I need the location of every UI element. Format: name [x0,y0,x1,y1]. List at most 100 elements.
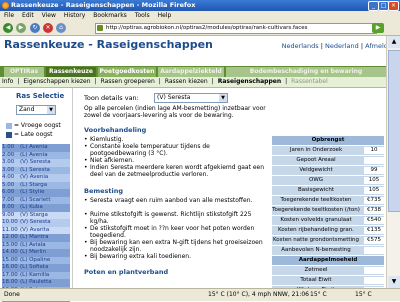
menu-edit[interactable]: Edit [18,11,38,21]
table-row: Kosten volvelds granulaat €540 [272,216,384,226]
subtab-groeperen[interactable]: Rassen groeperen [99,78,157,85]
variety-list-item[interactable]: 16.00 (L) Sofiata [2,264,70,272]
menu-help[interactable]: Help [154,11,176,21]
weather-text: 15° C (10° C), 4 mph NNW, 21:06 [208,291,309,298]
property-name: Veldgewicht [299,167,333,173]
menu-file[interactable]: File [0,11,18,21]
back-icon[interactable]: ◀ [3,23,13,33]
main-content: Toon details van: (V) Seresta ▼ Op alle … [80,88,270,288]
variety-list-item[interactable]: 17.00 (L) Kamilla [2,271,70,279]
variety-list-item[interactable]: 3.00 (L) Seresta [2,166,70,174]
menu-bookmarks[interactable]: Bookmarks [89,11,131,21]
close-button[interactable]: × [388,1,399,11]
page-title: Rassenkeuze - Raseigenschappen [4,38,213,51]
vertical-scrollbar[interactable]: ▲ ▼ [386,36,400,288]
scroll-down-icon[interactable]: ▼ [388,276,400,288]
legend-early: = Vroege oogst [6,122,61,129]
variety-rank: 10.00 [2,219,18,225]
menu-view[interactable]: View [38,11,60,21]
variety-list-item[interactable]: 9.00 (V) Starga [2,211,70,219]
subtab-rassentabel[interactable]: Rassentabel [289,78,330,85]
variety-name: (L) Mantra [20,234,49,240]
details-label: Toon details van: [84,94,139,102]
property-value [364,157,384,164]
list-item: • Indien Seresta meerdere keren wordt afg… [84,164,265,178]
window-title: Rassenkeuze - Raseigenschappen - Mozilla… [11,1,196,9]
list-item: • Niet afkiemen. [84,157,134,164]
property-value: 105 [364,187,384,194]
go-button[interactable]: ▶ [372,23,384,33]
variety-list-item[interactable]: 3.00 (V) Seresta [2,159,70,167]
status-bar: Done 15° C (10° C), 4 mph NNW, 21:06 15°… [0,288,400,301]
variety-list-item[interactable]: 6.00 (L) Stylie [2,189,70,197]
tab-bodembeschadiging[interactable]: Bodembeschadiging en bewaring [226,67,386,77]
subtab-info[interactable]: Info [0,78,15,85]
variety-name: (V) Avenia [20,174,49,180]
menu-history[interactable]: History [60,11,89,21]
variety-selection-panel: Ras Selectie Zand ▼ = Vroege oogst = Lat… [0,88,73,302]
separator: | [211,78,214,85]
tab-optiras[interactable]: OPTIRas [4,67,44,77]
variety-list-item[interactable]: 1.00 (L) Avenia [2,144,70,152]
tab-aardappelziekteld[interactable]: Aardappelziekteld [158,67,224,77]
variety-rank: 2.00 [2,151,15,158]
subtab-raseigenschappen[interactable]: Raseigenschappen [216,78,283,85]
variety-name: (L) Merlin [20,249,47,255]
intro-text: Op alle percelen (indien lage AM-besmett… [84,105,266,119]
home-icon[interactable]: ⌂ [56,23,66,33]
table-row: Toegerekende teeltkosten €735 [272,196,384,206]
table-row: Zetmeel [272,266,384,276]
tab-poetgoedkosten[interactable]: Poetgoedkosten [98,67,156,77]
subtab-kiezen[interactable]: Rassen kiezen [163,78,210,85]
url-bar[interactable]: http://optiras.agrobiokon.nl/optiras2/mo… [95,23,377,34]
section-title: Voorbehandeling [84,126,147,134]
chevron-down-icon: ▼ [219,94,227,102]
variety-list-item[interactable]: 8.00 (L) Kuba [2,204,70,212]
stop-icon[interactable]: ✕ [43,23,53,33]
property-value: €135 [364,227,384,234]
variety-list-item[interactable]: 15.00 (L) Opaline [2,256,70,264]
variety-list-item[interactable]: 10.00 (V) Seresta [2,219,70,227]
variety-rank: 13.00 [2,241,18,248]
reload-icon[interactable]: ↻ [30,23,40,33]
variety-rank: 14.00 [2,249,18,255]
section-title: Poten en plantverband [84,268,169,276]
list-item: • Bij bewaring kan een extra N-gift tijde… [84,239,263,253]
separator: | [158,78,161,85]
details-select[interactable]: (V) Seresta ▼ [154,93,228,103]
legend-label: = Late oogst [14,131,53,138]
variety-list-item[interactable]: 4.00 (V) Avenia [2,174,70,182]
legend-late: = Late oogst [6,131,53,138]
variety-rank: 5.00 [2,181,15,188]
list-item: • Ruime stikstofgift is gewenst. Richtlij… [84,211,252,225]
properties-panel: Opbrengst Jaren in Onderzoek 10 Gepoot Are… [272,136,384,296]
language-link[interactable]: Nederlands [282,42,319,50]
property-name: Gepoot Areaal [296,157,336,163]
variety-list-item[interactable]: 14.00 (L) Merlin [2,249,70,257]
list-item: • Bij bewaring extra kali toedienen. [84,253,192,260]
chevron-down-icon: ▼ [47,106,55,114]
legend-swatch-early [6,122,12,129]
variety-list-item[interactable]: 2.00 (L) Avenia [2,151,70,159]
table-row: Toegerekende teeltkosten (/ton) €738 [272,206,384,216]
forward-icon[interactable]: ▶ [16,23,26,33]
scroll-thumb[interactable] [388,50,400,212]
variety-list-item[interactable]: 18.00 (L) Pauletta [2,279,70,287]
variety-rank: 4.00 [2,174,15,180]
panel-header: Opbrengst [272,136,384,146]
country-link[interactable]: Nederland [325,42,359,50]
variety-list-item[interactable]: 13.00 (L) Aviala [2,241,70,249]
property-name: Aanbevolen N-bemesting [281,247,351,253]
variety-rank: 15.00 [2,256,18,263]
variety-list-item[interactable]: 12.00 (L) Mantra [2,234,70,242]
variety-list-item[interactable]: 7.00 (L) Scarlett [2,196,70,204]
variety-list-item[interactable]: 11.00 (V) Avarita [2,226,70,234]
weather-text: 15° C [310,291,327,298]
soil-type-select[interactable]: Zand ▼ [16,105,56,115]
variety-list-item[interactable]: 5.00 (L) Starga [2,181,70,189]
menu-tools[interactable]: Tools [131,11,154,21]
scroll-up-icon[interactable]: ▲ [388,36,400,48]
subtab-eigenschappen[interactable]: Eigenschappen kiezen [21,78,92,85]
variety-rank: 7.00 [2,196,15,203]
tab-rassenkeuze[interactable]: Rassenkeuze [46,67,96,77]
